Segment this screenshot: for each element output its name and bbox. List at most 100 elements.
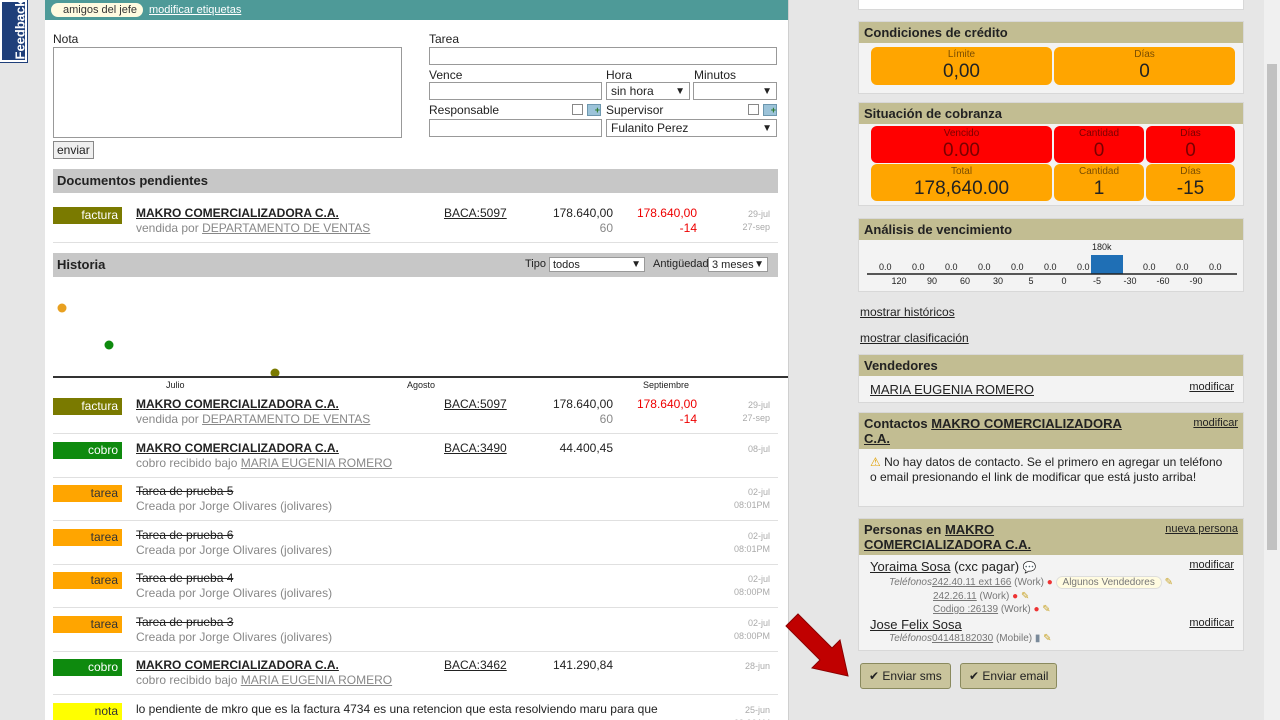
row-date: 02-jul 08:01PM xyxy=(734,486,770,512)
balance-value: 178.640,00 xyxy=(636,206,697,220)
row-date-day: 28-jun xyxy=(744,661,770,671)
new-person-link[interactable]: nueva persona xyxy=(1165,522,1238,552)
row-date-day: 02-jul xyxy=(747,530,770,541)
document-ref-link[interactable]: BACA:3490 xyxy=(444,441,507,455)
person-name-link[interactable]: Jose Felix Sosa xyxy=(870,617,962,632)
age-filter-select[interactable]: 3 meses ▼ xyxy=(708,257,768,272)
responsible-checkbox[interactable] xyxy=(572,104,583,115)
balance-days: -14 xyxy=(679,221,697,235)
tag-pill[interactable]: amigos del jefe xyxy=(51,3,143,17)
task-input[interactable] xyxy=(429,47,777,65)
scrollbar[interactable] xyxy=(1264,0,1280,720)
row-subtitle: vendida por DEPARTAMENTO DE VENTAS xyxy=(136,221,370,235)
pencil-icon[interactable]: ✎ xyxy=(1042,604,1050,615)
top-input[interactable] xyxy=(858,0,1244,10)
supervisor-checkbox[interactable] xyxy=(748,104,759,115)
timeline-dot[interactable] xyxy=(57,303,67,313)
modify-tags-link[interactable]: modificar etiquetas xyxy=(149,4,241,16)
hour-select[interactable]: sin hora ▼ xyxy=(606,82,690,100)
row-title-link[interactable]: MAKRO COMERCIALIZADORA C.A. xyxy=(136,441,339,455)
modify-seller-link[interactable]: modificar xyxy=(1189,381,1234,393)
row-title-link[interactable]: MAKRO COMERCIALIZADORA C.A. xyxy=(136,397,339,411)
show-history-link[interactable]: mostrar históricos xyxy=(860,305,955,319)
hour-label: Hora xyxy=(606,68,633,82)
pencil-icon[interactable]: ✎ xyxy=(1021,591,1029,602)
row-date-day: 08-jul xyxy=(747,443,770,454)
row-title-link[interactable]: Tarea de prueba 5 xyxy=(136,484,233,498)
task-label: Tarea xyxy=(429,32,460,46)
row-subtitle-link[interactable]: DEPARTAMENTO DE VENTAS xyxy=(202,412,370,426)
row-title-link[interactable]: Tarea de prueba 4 xyxy=(136,571,233,585)
row-subtitle-link[interactable]: DEPARTAMENTO DE VENTAS xyxy=(202,221,370,235)
age-filter-value: 3 meses xyxy=(712,258,754,271)
type-filter-select[interactable]: todos ▼ xyxy=(549,257,645,272)
row-subtitle: vendida por DEPARTAMENTO DE VENTAS xyxy=(136,412,370,426)
phone-link[interactable]: Codigo :26139 xyxy=(933,604,998,615)
modify-person-link[interactable]: modificar xyxy=(1189,617,1234,629)
chat-icon[interactable]: 💬 xyxy=(1023,562,1037,574)
row-title-link[interactable]: Tarea de prueba 3 xyxy=(136,615,233,629)
aging-tick: 5 xyxy=(1028,276,1034,286)
row-title-link[interactable]: Tarea de prueba 6 xyxy=(136,528,233,542)
minutes-select[interactable]: ▼ xyxy=(693,82,777,100)
row-date: 02-jul 08:00PM xyxy=(734,617,770,643)
aging-value: 0.0 xyxy=(945,262,958,272)
aging-box: Análisis de vencimiento 180k 0.0 0.0 0.0 0.0… xyxy=(858,218,1244,292)
row-subtitle-link[interactable]: MARIA EUGENIA ROMERO xyxy=(241,456,392,470)
supervisor-select[interactable]: Fulanito Perez ▼ xyxy=(606,119,777,137)
aging-bar[interactable] xyxy=(1091,255,1123,274)
hour-value: sin hora xyxy=(611,84,654,98)
responsible-input[interactable] xyxy=(429,119,602,137)
person-name-link[interactable]: Yoraima Sosa xyxy=(870,559,950,574)
seller-link[interactable]: MARIA EUGENIA ROMERO xyxy=(870,382,1034,397)
history-timeline: Julio Agosto Septiembre xyxy=(53,277,788,390)
pencil-icon[interactable]: ✎ xyxy=(1043,633,1051,644)
balance-days: -14 xyxy=(679,412,697,426)
send-button[interactable]: enviar xyxy=(53,141,94,159)
phones-label: Teléfonos xyxy=(889,577,932,588)
modify-contacts-link[interactable]: modificar xyxy=(1193,416,1238,446)
sellers-header: Vendedores xyxy=(859,355,1243,376)
row-title-link[interactable]: MAKRO COMERCIALIZADORA C.A. xyxy=(136,206,339,220)
feedback-tab[interactable]: Feedback xyxy=(0,0,28,63)
send-email-label: Enviar email xyxy=(982,669,1049,683)
phone-link[interactable]: 242.26.11 xyxy=(933,591,977,602)
contacts-message-text: No hay datos de contacto. Se el primero … xyxy=(870,455,1223,484)
row-subtitle: Creada por Jorge Olivares (jolivares) xyxy=(136,499,333,513)
document-ref-link[interactable]: BACA:3462 xyxy=(444,658,507,672)
phone-type: (Work) xyxy=(1000,604,1031,615)
row-subtitle-link[interactable]: MARIA EUGENIA ROMERO xyxy=(241,673,392,687)
row-date-day: 02-jul xyxy=(747,487,770,497)
person-tag[interactable]: Algunos Vendedores xyxy=(1055,576,1162,589)
send-email-button[interactable]: ✔ Enviar email xyxy=(960,663,1058,689)
pencil-icon[interactable]: ✎ xyxy=(1165,577,1173,588)
add-person-icon[interactable]: + xyxy=(763,104,777,116)
send-sms-button[interactable]: ✔ Enviar sms xyxy=(860,663,951,689)
total-value: 178,640.00 xyxy=(913,178,1010,199)
document-ref-link[interactable]: BACA:5097 xyxy=(444,397,507,411)
due-input[interactable] xyxy=(429,82,602,100)
person-1-phones: Teléfonos242.40.11 ext 166 (Work) ● Algu… xyxy=(889,576,1173,617)
phone-link[interactable]: 242.40.11 ext 166 xyxy=(932,577,1011,588)
type-badge: cobro xyxy=(53,659,122,676)
person-1: Yoraima Sosa (cxc pagar) 💬 xyxy=(870,559,1036,574)
phone-link[interactable]: 04148182030 xyxy=(932,633,993,644)
modify-person-link[interactable]: modificar xyxy=(1189,559,1234,571)
overdue-label: Vencido xyxy=(943,128,980,139)
pending-header: Documentos pendientes xyxy=(53,169,778,193)
add-person-icon[interactable]: + xyxy=(587,104,601,116)
age-filter-label: Antigüedad xyxy=(653,258,709,270)
document-ref-link[interactable]: BACA:5097 xyxy=(444,206,507,220)
phone-row: Codigo :26139 (Work) ● ✎ xyxy=(889,603,1173,617)
note-textarea[interactable] xyxy=(53,47,402,138)
contacts-title-prefix: Contactos xyxy=(864,416,928,431)
type-badge: tarea xyxy=(53,528,122,546)
show-classification-link[interactable]: mostrar clasificación xyxy=(860,331,969,345)
aging-value: 0.0 xyxy=(1044,262,1057,272)
scrollbar-thumb[interactable] xyxy=(1267,64,1277,550)
credit-days-value: 0 xyxy=(1139,61,1150,82)
timeline-dot[interactable] xyxy=(104,340,114,350)
overdue-days-cell: Días 0 xyxy=(1146,126,1235,163)
aging-tick: 120 xyxy=(891,276,907,286)
row-title-link[interactable]: MAKRO COMERCIALIZADORA C.A. xyxy=(136,658,339,672)
